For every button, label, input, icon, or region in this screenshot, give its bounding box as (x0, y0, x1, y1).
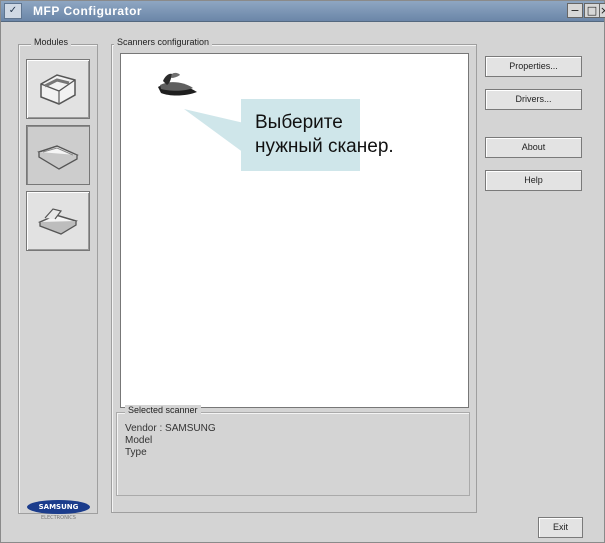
callout-line-1: Выберите (255, 112, 343, 133)
scanner-icon (37, 145, 79, 170)
minimize-icon[interactable]: − (567, 3, 583, 18)
modules-group: Modules (18, 37, 98, 514)
printer-icon (40, 74, 76, 105)
title-bar[interactable]: ✓ MFP Configurator − □ × (1, 1, 605, 22)
close-icon[interactable]: × (599, 3, 605, 18)
drivers-button[interactable]: Drivers... (485, 89, 582, 110)
scanner-module-button[interactable] (26, 125, 90, 185)
selected-scanner-label: Selected scanner (125, 405, 201, 415)
selected-scanner-group: Selected scanner Vendor : SAMSUNG Model … (116, 405, 470, 496)
type-info: Type (125, 447, 147, 458)
maximize-icon[interactable]: □ (584, 3, 600, 18)
scanner-alt-module-button[interactable] (26, 191, 90, 251)
printer-module-button[interactable] (26, 59, 90, 119)
samsung-logo-mark: SAMSUNG (27, 500, 90, 514)
mfp-configurator-window: ✓ MFP Configurator − □ × Modules Scanner… (0, 0, 605, 543)
scanners-configuration-label: Scanners configuration (114, 37, 213, 47)
scanner-list[interactable]: Выберите нужный сканер. (120, 53, 469, 408)
window-title: MFP Configurator (33, 4, 143, 18)
callout-pointer (184, 109, 244, 153)
exit-button[interactable]: Exit (538, 517, 583, 538)
vendor-info: Vendor : SAMSUNG (125, 423, 216, 434)
model-info: Model (125, 435, 153, 446)
properties-button[interactable]: Properties... (485, 56, 582, 77)
callout-line-2: нужный сканер. (255, 136, 394, 157)
scanner-device-icon[interactable] (149, 65, 205, 103)
about-button[interactable]: About (485, 137, 582, 158)
samsung-logo-subtitle: ELECTRONICS (41, 515, 76, 521)
scanner-alt-icon (37, 208, 78, 235)
modules-label: Modules (31, 37, 72, 47)
window-menu-icon[interactable]: ✓ (4, 3, 22, 19)
select-scanner-callout: Выберите нужный сканер. (241, 99, 394, 171)
samsung-logo: SAMSUNG ELECTRONICS (21, 499, 96, 521)
help-button[interactable]: Help (485, 170, 582, 191)
